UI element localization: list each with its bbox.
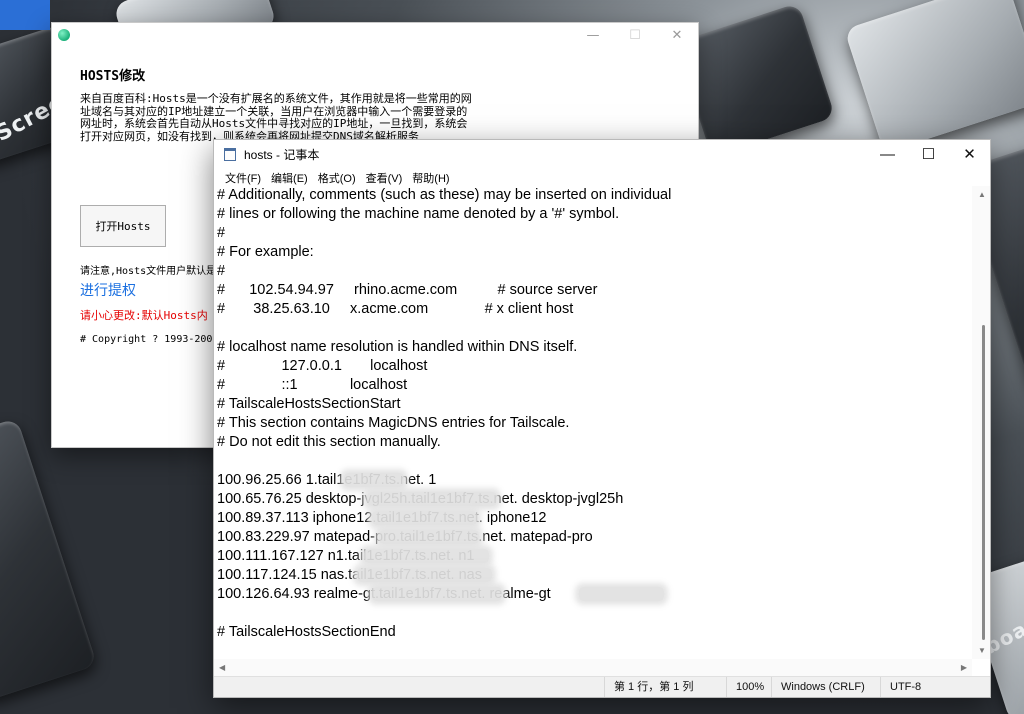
text-line: [217, 319, 970, 338]
wallpaper-key: [844, 0, 1024, 154]
menu-bar: 文件(F) 编辑(E) 格式(O) 查看(V) 帮助(H): [214, 168, 990, 188]
menu-format[interactable]: 格式(O): [313, 170, 361, 186]
text-line: # 102.54.94.97 rhino.acme.com # source s…: [217, 282, 598, 298]
maximize-button[interactable]: ☐: [614, 23, 656, 47]
text-line: # This section contains MagicDNS entries…: [217, 415, 570, 431]
text-line: 100.117.124.15 nas.tail1e1bf7.ts.net. na…: [217, 567, 482, 583]
menu-file[interactable]: 文件(F): [220, 170, 266, 186]
close-button[interactable]: ✕: [656, 23, 698, 47]
wallpaper-key: [0, 417, 98, 703]
scroll-right-icon[interactable]: ▶: [961, 663, 967, 672]
wallpaper-blue-edge: [0, 0, 50, 30]
privacy-blur: [579, 587, 664, 601]
permission-note: 请注意,Hosts文件用户默认是: [80, 266, 217, 277]
close-button[interactable]: ✕: [949, 140, 990, 168]
text-line: # lines or following the machine name de…: [217, 206, 620, 222]
vertical-scrollbar[interactable]: ▲ ▼: [972, 186, 990, 659]
zoom-level: 100%: [726, 677, 764, 697]
scroll-up-icon[interactable]: ▲: [978, 190, 986, 199]
privacy-blur: [367, 492, 497, 506]
text-line: # localhost name resolution is handled w…: [217, 339, 578, 355]
text-line: # TailscaleHostsSectionStart: [217, 396, 401, 412]
text-line: 100.83.229.97 matepad-pro.tail1e1bf7.ts.…: [217, 529, 593, 545]
menu-help[interactable]: 帮助(H): [407, 170, 454, 186]
text-line: # 127.0.0.1 localhost: [217, 358, 428, 374]
text-line: 100.65.76.25 desktop-jvgl25h.tail1e1bf7.…: [217, 491, 624, 507]
minimize-button[interactable]: —: [572, 23, 614, 47]
status-bar: 第 1 行，第 1 列 100% Windows (CRLF) UTF-8: [214, 676, 990, 697]
text-line: 100.96.25.66 1.tail1e1bf7.ts.net. 1: [217, 472, 437, 488]
text-line: #: [217, 225, 226, 241]
text-line: # Additionally, comments (such as these)…: [217, 187, 672, 203]
encoding: UTF-8: [880, 677, 921, 697]
text-editor[interactable]: # Additionally, comments (such as these)…: [214, 186, 990, 677]
scroll-left-icon[interactable]: ◀: [219, 663, 225, 672]
privacy-blur: [372, 587, 502, 601]
text-line: [217, 604, 970, 623]
menu-view[interactable]: 查看(V): [361, 170, 408, 186]
edit-warning: 请小心更改:默认Hosts内: [80, 309, 208, 322]
text-line: # Do not edit this section manually.: [217, 434, 441, 450]
text-area[interactable]: # Additionally, comments (such as these)…: [217, 186, 970, 659]
text-line: # TailscaleHostsSectionEnd: [217, 624, 396, 640]
elevate-permission-link[interactable]: 进行提权: [80, 280, 136, 300]
text-line: #: [217, 263, 226, 279]
window-title: hosts - 记事本: [244, 147, 320, 162]
text-line: 100.111.167.127 n1.tail1e1bf7.ts.net. n1: [217, 548, 475, 564]
notepad-icon: [224, 147, 236, 161]
copyright-text: # Copyright ? 1993-200: [80, 334, 213, 345]
minimize-button[interactable]: —: [867, 140, 908, 168]
hosts-tool-titlebar[interactable]: — ☐ ✕: [52, 23, 698, 47]
page-title: HOSTS修改: [80, 69, 146, 84]
privacy-blur: [344, 473, 404, 487]
line-ending: Windows (CRLF): [771, 677, 865, 697]
privacy-blur: [372, 511, 477, 525]
privacy-blur: [364, 549, 489, 563]
text-line: # 38.25.63.10 x.acme.com # x client host: [217, 301, 574, 317]
app-gem-icon: [58, 29, 70, 41]
hosts-description: 来自百度百科:Hosts是一个没有扩展名的系统文件，其作用就是将一些常用的网址域…: [80, 92, 472, 143]
maximize-button[interactable]: ☐: [908, 140, 949, 168]
cursor-position: 第 1 行，第 1 列: [604, 677, 693, 697]
scrollbar-thumb[interactable]: [982, 325, 985, 640]
notepad-titlebar[interactable]: hosts - 记事本 — ☐ ✕: [214, 140, 990, 168]
menu-edit[interactable]: 编辑(E): [266, 170, 313, 186]
text-line: [217, 452, 970, 471]
notepad-window[interactable]: hosts - 记事本 — ☐ ✕ 文件(F) 编辑(E) 格式(O) 查看(V…: [213, 139, 991, 698]
horizontal-scrollbar[interactable]: ◀ ▶: [214, 659, 972, 677]
open-hosts-button[interactable]: 打开Hosts: [80, 205, 166, 247]
text-line: # For example:: [217, 244, 314, 260]
text-line: # ::1 localhost: [217, 377, 408, 393]
privacy-blur: [357, 568, 492, 582]
scroll-down-icon[interactable]: ▼: [978, 646, 986, 655]
privacy-blur: [379, 530, 479, 544]
text-line: 100.89.37.113 iphone12.tail1e1bf7.ts.net…: [217, 510, 547, 526]
